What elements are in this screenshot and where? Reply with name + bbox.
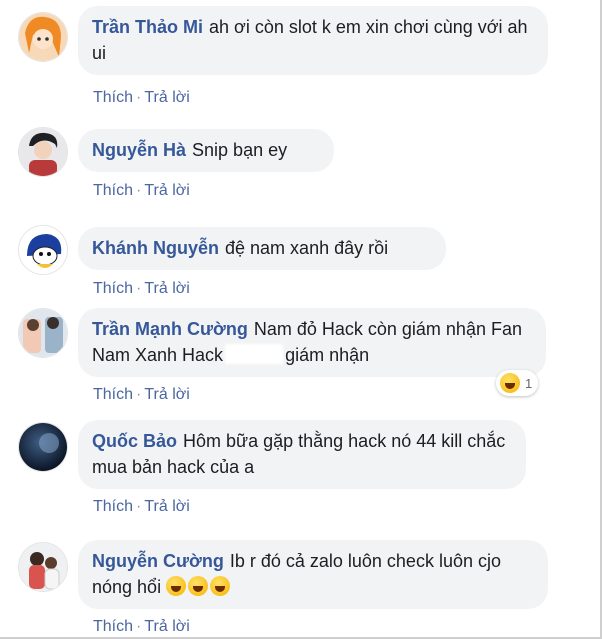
reply-link[interactable]: Trả lời bbox=[144, 280, 189, 297]
comment-actions: Thích · Trả lời bbox=[93, 498, 190, 516]
reply-link[interactable]: Trả lời bbox=[144, 182, 189, 199]
comment-bubble: Trần Thảo Mi ah ơi còn slot k em xin chơi… bbox=[78, 6, 548, 75]
action-separator: · bbox=[136, 89, 142, 106]
avatar[interactable] bbox=[18, 12, 68, 62]
avatar[interactable] bbox=[18, 422, 68, 472]
action-separator: · bbox=[136, 618, 142, 635]
commenter-name[interactable]: Nguyễn Hà bbox=[92, 140, 186, 160]
rolling-laughing-emoji-icon bbox=[210, 576, 231, 596]
action-separator: · bbox=[136, 498, 142, 515]
like-link[interactable]: Thích bbox=[93, 280, 133, 297]
rolling-laughing-emoji-icon bbox=[166, 576, 187, 596]
reaction-summary[interactable]: 1 bbox=[496, 370, 539, 396]
like-link[interactable]: Thích bbox=[93, 498, 133, 515]
avatar[interactable] bbox=[18, 542, 68, 592]
commenter-name[interactable]: Khánh Nguyễn bbox=[92, 238, 219, 258]
commenter-name[interactable]: Trần Thảo Mi bbox=[92, 17, 203, 37]
comment-bubble: Quốc Bảo Hôm bữa gặp thằng hack nó 44 kil… bbox=[78, 420, 526, 489]
comment-actions: Thích · Trả lời bbox=[93, 89, 190, 107]
reply-link[interactable]: Trả lời bbox=[144, 386, 189, 403]
comment-text: Snip bạn ey bbox=[192, 140, 288, 160]
action-separator: · bbox=[136, 182, 142, 199]
redacted-text bbox=[225, 344, 284, 364]
reply-link[interactable]: Trả lời bbox=[144, 498, 189, 515]
comment-bubble: Nguyễn Cường Ib r đó cả zalo luôn check l… bbox=[78, 540, 548, 609]
commenter-name[interactable]: Trần Mạnh Cường bbox=[92, 319, 248, 339]
rolling-laughing-emoji-icon bbox=[188, 576, 209, 596]
comment-thread: Trần Thảo Mi ah ơi còn slot k em xin chơi… bbox=[0, 0, 602, 639]
like-link[interactable]: Thích bbox=[93, 386, 133, 403]
comment-actions: Thích · Trả lời bbox=[93, 386, 190, 404]
comment-text-continued: giám nhận bbox=[285, 345, 370, 365]
comment-bubble: Khánh Nguyễn đệ nam xanh đây rồi bbox=[78, 227, 446, 270]
like-link[interactable]: Thích bbox=[93, 89, 133, 106]
comment-bubble: Nguyễn Hà Snip bạn ey bbox=[78, 129, 334, 172]
like-link[interactable]: Thích bbox=[93, 618, 133, 635]
haha-reaction-icon bbox=[500, 373, 520, 393]
avatar[interactable] bbox=[18, 225, 68, 275]
avatar[interactable] bbox=[18, 308, 68, 358]
rolling-laughing-emoji-group bbox=[166, 576, 232, 597]
commenter-name[interactable]: Quốc Bảo bbox=[92, 431, 177, 451]
like-link[interactable]: Thích bbox=[93, 182, 133, 199]
avatar[interactable] bbox=[18, 127, 68, 177]
comment-actions: Thích · Trả lời bbox=[93, 182, 190, 200]
comment-bubble: Trần Mạnh Cường Nam đỏ Hack còn giám nhận… bbox=[78, 308, 546, 377]
action-separator: · bbox=[136, 280, 142, 297]
comment-text: đệ nam xanh đây rồi bbox=[225, 238, 389, 258]
reaction-count: 1 bbox=[525, 375, 533, 391]
action-separator: · bbox=[136, 386, 142, 403]
reply-link[interactable]: Trả lời bbox=[144, 618, 189, 635]
comment-actions: Thích · Trả lời bbox=[93, 618, 190, 636]
comment-actions: Thích · Trả lời bbox=[93, 280, 190, 298]
commenter-name[interactable]: Nguyễn Cường bbox=[92, 551, 224, 571]
reply-link[interactable]: Trả lời bbox=[144, 89, 189, 106]
